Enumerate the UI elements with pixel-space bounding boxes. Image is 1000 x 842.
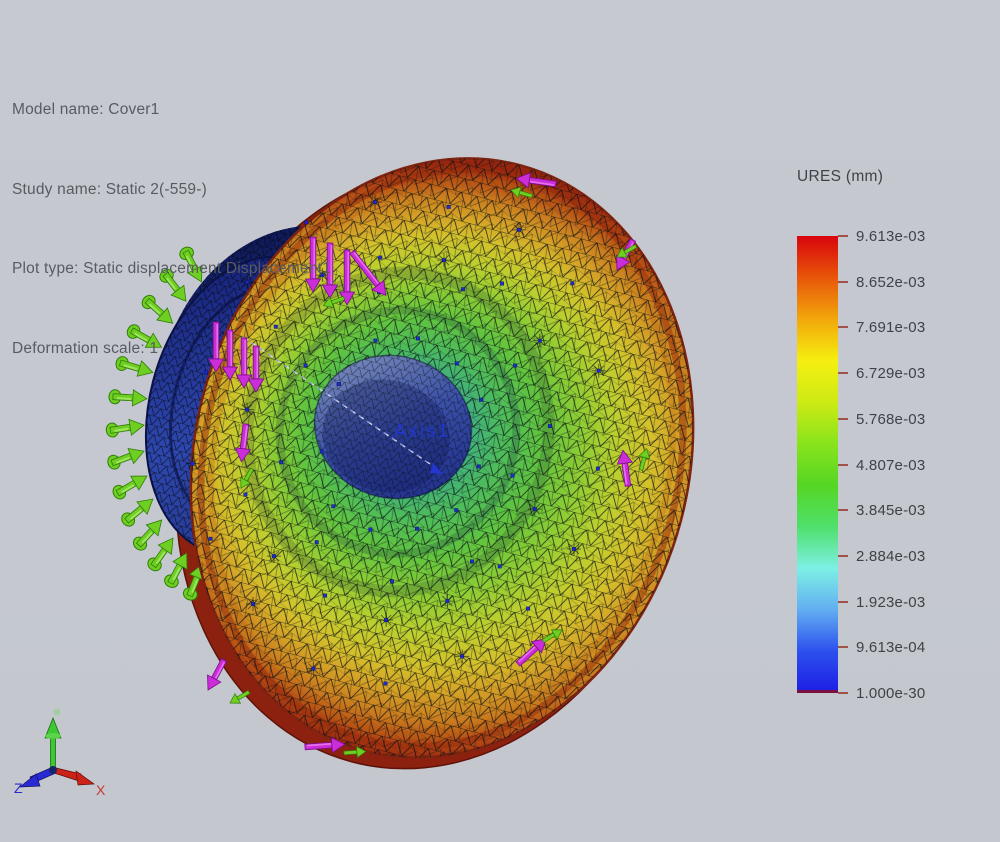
fixture-arrow[interactable] [106, 444, 147, 472]
legend-tick [838, 464, 848, 466]
legend-value: 9.613e-04 [856, 639, 925, 656]
legend-tick [838, 692, 848, 694]
legend-entry: 4.807e-03 [838, 456, 925, 474]
legend-tick [838, 281, 848, 283]
triad-ghost-dot [54, 709, 61, 716]
triad-x-label: X [96, 782, 106, 798]
legend-entry: 2.884e-03 [838, 547, 925, 565]
legend-value: 9.613e-03 [856, 228, 925, 245]
graphics-viewport[interactable]: Axis1 Z X Model name: Cover1 Study name:… [0, 0, 1000, 842]
load-arrow[interactable] [201, 656, 230, 693]
legend-title: URES (mm) [797, 168, 883, 186]
legend-colorbar[interactable] [797, 236, 838, 693]
triad-z-label: Z [14, 780, 23, 796]
legend-tick [838, 601, 848, 603]
triad-origin [49, 766, 57, 774]
legend-entry: 6.729e-03 [838, 364, 925, 382]
axis1-label[interactable]: Axis1 [394, 421, 451, 441]
legend-tick [838, 509, 848, 511]
legend-tick [838, 555, 848, 557]
legend-entry: 1.000e-30 [838, 684, 925, 702]
fixture-arrow[interactable] [145, 534, 180, 574]
study-name-line: Study name: Static 2(-559-) [12, 177, 331, 204]
legend-tick [838, 418, 848, 420]
triad-x-axis [52, 767, 94, 785]
legend-tick [838, 235, 848, 237]
legend-value: 3.845e-03 [856, 502, 925, 519]
orientation-triad: Z X [14, 709, 106, 799]
legend-entry: 9.613e-03 [838, 227, 925, 245]
legend-tick [838, 646, 848, 648]
legend-value: 6.729e-03 [856, 365, 925, 382]
legend-tick [838, 372, 848, 374]
legend-value: 8.652e-03 [856, 274, 925, 291]
fixture-arrow[interactable] [110, 469, 151, 502]
legend-entry: 3.845e-03 [838, 501, 925, 519]
legend-value: 5.768e-03 [856, 411, 925, 428]
plot-info: Model name: Cover1 Study name: Static 2(… [12, 44, 331, 389]
deformation-scale-line: Deformation scale: 1 [12, 336, 331, 363]
legend-tick [838, 326, 848, 328]
results-legend[interactable]: URES (mm) 9.613e-03 8.652e-03 7.691e-03 … [780, 160, 1000, 740]
fixture-arrow[interactable] [105, 417, 145, 439]
legend-value: 1.923e-03 [856, 594, 925, 611]
legend-value: 4.807e-03 [856, 457, 925, 474]
legend-entry: 1.923e-03 [838, 593, 925, 611]
legend-entry: 8.652e-03 [838, 273, 925, 291]
legend-entry: 5.768e-03 [838, 410, 925, 428]
fixture-arrow[interactable] [108, 388, 147, 406]
legend-entry: 9.613e-04 [838, 638, 925, 656]
legend-value: 2.884e-03 [856, 548, 925, 565]
triad-y-axis [45, 718, 61, 770]
legend-value: 7.691e-03 [856, 319, 925, 336]
legend-entry: 7.691e-03 [838, 318, 925, 336]
legend-min-marker [797, 690, 838, 693]
plot-type-line: Plot type: Static displacement Displacem… [12, 256, 331, 283]
legend-value: 1.000e-30 [856, 685, 925, 702]
model-name-line: Model name: Cover1 [12, 97, 331, 124]
